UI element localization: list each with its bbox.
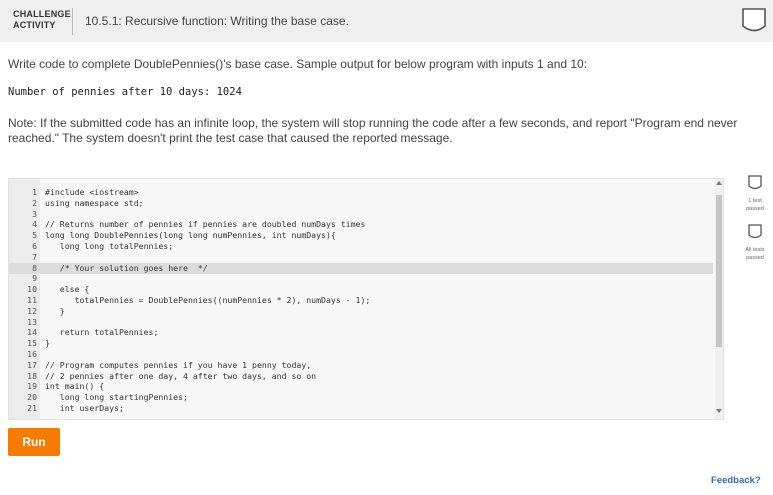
line-number: 2 — [32, 197, 37, 208]
line-number: 5 — [32, 230, 37, 241]
line-number: 1 — [32, 187, 37, 197]
code-text[interactable]: else { — [45, 284, 90, 295]
header-divider — [72, 8, 73, 35]
code-line[interactable]: 20 long long startingPennies; — [9, 392, 713, 403]
scrollbar-thumb[interactable] — [716, 195, 722, 347]
line-number: 20 — [27, 392, 37, 403]
line-number: 7 — [32, 251, 37, 262]
test-all-label-line2: passed — [746, 255, 764, 261]
line-number: 8 — [32, 262, 37, 273]
line-number: 11 — [27, 295, 37, 305]
code-line[interactable]: 17 // Program computes pennies if you hav… — [9, 360, 713, 371]
code-text[interactable]: #include <iostream> — [45, 187, 139, 198]
code-text[interactable]: } — [45, 338, 50, 349]
activity-title: 10.5.1: Recursive function: Writing the … — [85, 14, 349, 28]
challenge-header: CHALLENGE ACTIVITY 10.5.1: Recursive fun… — [0, 0, 773, 42]
line-number: 9 — [32, 273, 37, 284]
completion-shield-icon — [742, 8, 766, 32]
code-text[interactable]: return totalPennies; — [45, 327, 159, 338]
code-line[interactable]: 8 /* Your solution goes here */ — [9, 262, 713, 274]
run-button[interactable]: Run — [8, 428, 60, 456]
code-text[interactable]: /* Your solution goes here */ — [45, 263, 208, 274]
code-line[interactable]: 5 long long DoublePennies(long long numPe… — [9, 230, 713, 241]
code-line[interactable]: 7 — [9, 252, 713, 263]
code-line[interactable]: 19 int main() { — [9, 381, 713, 392]
code-text[interactable]: } — [45, 306, 65, 317]
test-all-checkbox-icon — [748, 224, 762, 239]
test-1-status: 1 test passed — [735, 197, 773, 213]
code-text[interactable]: int userDays; — [45, 403, 124, 414]
line-number: 13 — [27, 316, 37, 327]
line-number: 4 — [32, 219, 37, 230]
line-number: 6 — [32, 241, 37, 251]
challenge-label-line2: ACTIVITY — [13, 20, 56, 30]
code-line[interactable]: 18 // 2 pennies after one day, 4 after tw… — [9, 371, 713, 382]
code-line[interactable]: 16 — [9, 349, 713, 360]
test-all-status: All tests passed — [735, 246, 773, 262]
test-1-checkbox-icon — [748, 175, 762, 190]
code-text[interactable]: long long totalPennies; — [45, 241, 173, 252]
code-line[interactable]: 13 — [9, 317, 713, 328]
line-number: 18 — [27, 370, 37, 381]
instructions-text: Write code to complete DoublePennies()'s… — [8, 57, 588, 71]
code-text[interactable]: // 2 pennies after one day, 4 after two … — [45, 371, 316, 382]
line-number: 10 — [27, 284, 37, 295]
note-text: Note: If the submitted code has an infin… — [8, 116, 738, 145]
code-line[interactable]: 14 return totalPennies; — [9, 327, 713, 338]
test-all-label-line1: All tests — [745, 247, 765, 253]
code-line[interactable]: 9 — [9, 273, 713, 284]
challenge-label-line1: CHALLENGE — [13, 9, 71, 19]
sample-output: Number of pennies after 10 days: 1024 — [8, 86, 242, 98]
test-1-label-line2: passed — [746, 206, 764, 212]
code-text[interactable]: totalPennies = DoublePennies((numPennies… — [45, 295, 371, 306]
line-number: 21 — [27, 403, 37, 413]
challenge-activity-label: CHALLENGE ACTIVITY — [13, 9, 71, 31]
code-line[interactable]: 4 // Returns number of pennies if pennies… — [9, 219, 713, 230]
line-number: 12 — [27, 305, 37, 316]
code-line[interactable]: 2 using namespace std; — [9, 198, 713, 209]
test-1-label-line1: 1 test — [748, 198, 762, 204]
code-line[interactable]: 11 totalPennies = DoublePennies((numPenn… — [9, 295, 713, 306]
code-editor[interactable]: 1 #include <iostream> 2 using namespace std… — [8, 178, 724, 420]
code-line[interactable]: 21 int userDays; — [9, 403, 713, 414]
code-line[interactable]: 10 else { — [9, 284, 713, 295]
line-number: 15 — [27, 338, 37, 349]
feedback-link[interactable]: Feedback? — [711, 475, 761, 486]
scroll-up-arrow-icon[interactable] — [716, 181, 722, 185]
code-line[interactable]: 12 } — [9, 306, 713, 317]
code-text[interactable]: // Returns number of pennies if pennies … — [45, 219, 365, 230]
code-text[interactable]: int main() { — [45, 381, 104, 392]
code-text[interactable]: long long startingPennies; — [45, 392, 188, 403]
code-text[interactable]: long long DoublePennies(long long numPen… — [45, 230, 336, 241]
code-text[interactable]: using namespace std; — [45, 198, 144, 209]
code-text[interactable]: // Program computes pennies if you have … — [45, 360, 311, 371]
code-line[interactable]: 6 long long totalPennies; — [9, 241, 713, 252]
line-number: 17 — [27, 359, 37, 370]
code-line[interactable]: 15} — [9, 338, 713, 349]
line-number: 3 — [32, 208, 37, 219]
scroll-down-arrow-icon[interactable] — [716, 409, 722, 413]
line-number: 19 — [27, 381, 37, 392]
line-number: 16 — [27, 349, 37, 359]
code-line[interactable]: 1 #include <iostream> — [9, 187, 713, 198]
code-line[interactable]: 3 — [9, 209, 713, 220]
line-number: 14 — [27, 327, 37, 338]
